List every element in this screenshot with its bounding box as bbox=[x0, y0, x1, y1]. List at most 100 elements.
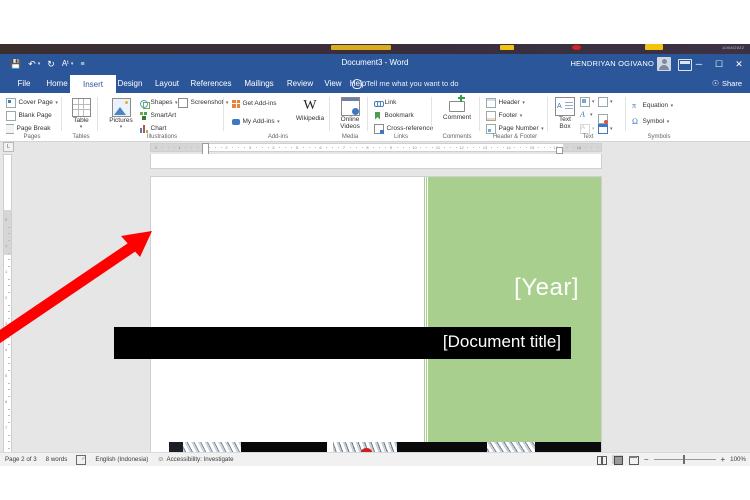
shapes-icon bbox=[140, 99, 150, 109]
zoom-level[interactable]: 100% bbox=[730, 456, 746, 463]
zoom-slider-knob[interactable] bbox=[682, 455, 685, 464]
signature-line-button[interactable]: ▾ bbox=[598, 97, 613, 107]
ruler-tick bbox=[502, 147, 504, 148]
online-videos-button[interactable]: Online Videos bbox=[333, 97, 367, 131]
horizontal-ruler[interactable]: 211234567891011121314151718 bbox=[150, 143, 602, 156]
ruler-tick-label: 1 bbox=[178, 145, 181, 150]
screenshot-button[interactable]: Screenshot ▾ bbox=[178, 97, 228, 108]
ruler-tick bbox=[361, 147, 363, 148]
shapes-button[interactable]: Shapes ▾ bbox=[140, 97, 178, 109]
chevron-down-icon[interactable]: ▾ bbox=[610, 126, 613, 132]
close-button[interactable]: ✕ bbox=[728, 54, 750, 74]
bookmark-button[interactable]: Bookmark bbox=[374, 110, 414, 121]
chevron-down-icon[interactable]: ▾ bbox=[520, 113, 523, 119]
right-indent-marker[interactable] bbox=[556, 147, 563, 154]
ruler-tick bbox=[7, 395, 10, 397]
chevron-down-icon[interactable]: ▾ bbox=[277, 119, 280, 125]
document-page-2[interactable]: [Year] [Document title] bbox=[114, 176, 602, 459]
chevron-down-icon[interactable]: ▾ bbox=[592, 99, 595, 105]
word-window: 💾 ↶ ▾ ↻ Aᵗ ▾ ≡ Document3 - Word HENDRIYAN … bbox=[0, 54, 750, 466]
view-read-mode-button[interactable] bbox=[596, 455, 608, 465]
document-page-1[interactable] bbox=[150, 154, 602, 169]
ruler-margin-zone bbox=[151, 144, 203, 151]
smartart-button[interactable]: SmartArt bbox=[140, 110, 176, 121]
chevron-down-icon[interactable]: ▾ bbox=[592, 126, 595, 132]
text-box-button[interactable]: A Text Box bbox=[552, 97, 578, 131]
chevron-down-icon[interactable]: ▾ bbox=[541, 126, 544, 132]
title-bar: 💾 ↶ ▾ ↻ Aᵗ ▾ ≡ Document3 - Word HENDRIYAN … bbox=[0, 54, 750, 74]
header-button[interactable]: Header ▾ bbox=[486, 97, 525, 108]
ribbon-group-illustrations: Pictures ▾ Shapes ▾ SmartArt Chart Scree… bbox=[100, 93, 228, 141]
bookmark-label: Bookmark bbox=[384, 112, 414, 119]
minimize-button[interactable]: ─ bbox=[688, 54, 710, 74]
tab-stop-selector[interactable]: L bbox=[3, 142, 14, 152]
view-web-layout-button[interactable] bbox=[628, 455, 639, 465]
equation-button[interactable]: π Equation ▾ bbox=[632, 100, 673, 111]
my-addins-button[interactable]: My Add-ins ▾ bbox=[232, 116, 280, 127]
chart-button[interactable]: Chart bbox=[140, 123, 166, 134]
vertical-ruler[interactable]: 2 1 1 2 3 4 5 6 7 bbox=[3, 154, 12, 459]
chevron-down-icon[interactable]: ▾ bbox=[55, 100, 58, 106]
ruler-tick bbox=[408, 147, 410, 148]
get-addins-button[interactable]: Get Add-ins bbox=[232, 98, 276, 109]
cover-page-button[interactable]: Cover Page ▾ bbox=[6, 97, 58, 108]
ruler-tick bbox=[7, 441, 10, 442]
page-number-button[interactable]: Page Number ▾ bbox=[486, 123, 544, 134]
ruler-tick bbox=[232, 147, 234, 148]
tell-me-search[interactable]: Tell me what you want to do bbox=[352, 74, 459, 93]
bookmark-icon bbox=[374, 111, 382, 120]
ruler-tick bbox=[197, 147, 198, 148]
wikipedia-button[interactable]: W Wikipedia bbox=[292, 98, 328, 123]
page-indicator[interactable]: Page 2 of 3 bbox=[5, 456, 37, 463]
ruler-tick bbox=[7, 415, 10, 416]
ruler-tick bbox=[526, 147, 527, 148]
smartart-label: SmartArt bbox=[150, 112, 177, 119]
maximize-button[interactable]: ☐ bbox=[708, 54, 730, 74]
document-title-placeholder[interactable]: [Document title] bbox=[443, 332, 561, 352]
ruler-tick bbox=[7, 265, 10, 267]
table-button[interactable]: Table ▾ bbox=[64, 98, 98, 130]
cross-reference-button[interactable]: Cross-reference bbox=[374, 123, 433, 134]
zoom-out-button[interactable]: − bbox=[644, 455, 649, 464]
blank-page-button[interactable]: Blank Page bbox=[6, 110, 52, 121]
ruler-tick bbox=[255, 147, 257, 148]
zoom-in-button[interactable]: + bbox=[721, 455, 726, 464]
chevron-down-icon[interactable]: ▾ bbox=[610, 99, 613, 105]
document-title-band: [Document title] bbox=[114, 327, 571, 359]
chevron-down-icon[interactable]: ▾ bbox=[667, 119, 670, 125]
accent-stripe-lines bbox=[424, 177, 429, 459]
accessibility-status[interactable]: ☺ Accessibility: Investigate bbox=[157, 456, 233, 463]
chevron-down-icon[interactable]: ▾ bbox=[80, 124, 83, 130]
pictures-button[interactable]: Pictures ▾ bbox=[104, 98, 138, 130]
ruler-tick bbox=[173, 147, 175, 148]
taskbar-clock-text: 10/04/2022 bbox=[721, 45, 744, 50]
view-print-layout-button[interactable] bbox=[611, 455, 623, 465]
quick-parts-button[interactable]: ▾ bbox=[580, 97, 595, 107]
word-count[interactable]: 8 words bbox=[46, 456, 68, 463]
ribbon-group-label-comments: Comments bbox=[442, 134, 472, 140]
chevron-down-icon[interactable]: ▾ bbox=[120, 124, 123, 130]
chevron-down-icon[interactable]: ▾ bbox=[522, 100, 525, 106]
chevron-down-icon[interactable]: ▾ bbox=[590, 112, 593, 118]
wordart-button[interactable]: A ▾ bbox=[580, 111, 593, 119]
proofing-icon[interactable]: ✓ bbox=[76, 454, 87, 465]
ruler-tick bbox=[7, 421, 10, 423]
account-name[interactable]: HENDRIYAN OGIVANO bbox=[570, 59, 654, 68]
ruler-tick-label: 6 bbox=[5, 399, 8, 404]
drop-cap-button[interactable]: A ▾ bbox=[580, 124, 595, 134]
comment-button[interactable]: Comment bbox=[440, 94, 474, 122]
cover-page-label: Cover Page bbox=[18, 99, 53, 106]
symbol-button[interactable]: Ω Symbol ▾ bbox=[632, 116, 669, 127]
link-button[interactable]: Link bbox=[374, 97, 396, 108]
avatar[interactable] bbox=[657, 57, 671, 71]
zoom-slider[interactable] bbox=[653, 455, 716, 464]
chevron-down-icon[interactable]: ▾ bbox=[671, 103, 674, 109]
page-break-button[interactable]: Page Break bbox=[6, 123, 50, 134]
group-separator bbox=[625, 97, 626, 131]
year-placeholder[interactable]: [Year] bbox=[514, 274, 579, 302]
language-indicator[interactable]: English (Indonesia) bbox=[95, 456, 148, 463]
group-separator bbox=[329, 97, 330, 131]
footer-button[interactable]: Footer ▾ bbox=[486, 110, 522, 121]
share-button[interactable]: ☉ Share bbox=[712, 74, 742, 93]
object-button[interactable]: ▾ bbox=[598, 124, 613, 134]
